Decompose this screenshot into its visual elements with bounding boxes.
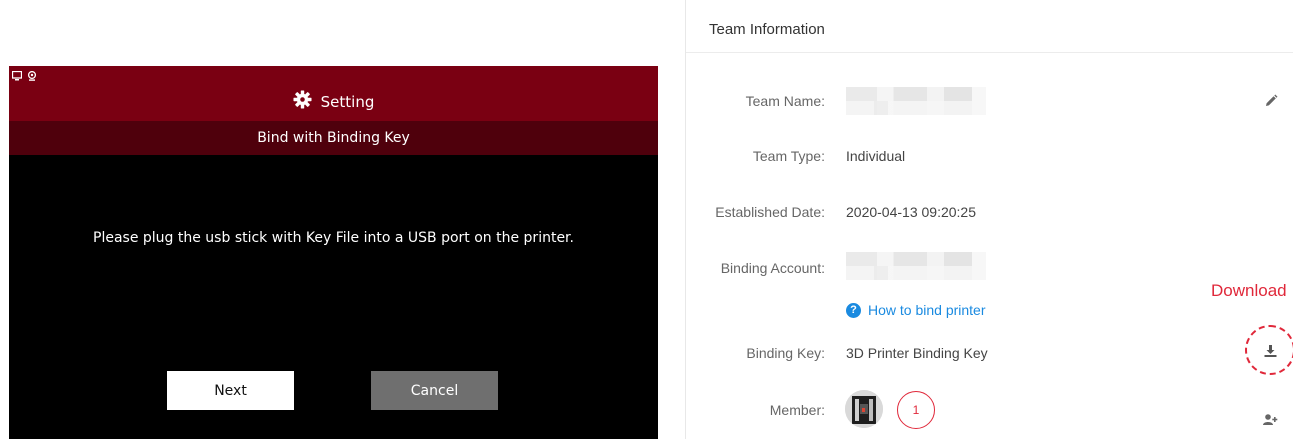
- team-name-label: Team Name:: [745, 93, 825, 109]
- printer-message: Please plug the usb stick with Key File …: [93, 230, 574, 246]
- team-type-value: Individual: [846, 148, 906, 164]
- pencil-icon[interactable]: [1264, 94, 1278, 113]
- printer-subtitle-bar: Bind with Binding Key: [9, 121, 658, 155]
- printer-header-title: Setting: [320, 92, 375, 111]
- printer-screen: Setting Bind with Binding Key Please plu…: [9, 66, 658, 439]
- monitor-icon: [11, 68, 23, 81]
- member-count-badge[interactable]: 1: [897, 391, 935, 429]
- download-annotation: Download: [1211, 281, 1287, 300]
- binding-account-label: Binding Account:: [720, 260, 825, 276]
- binding-key-label: Binding Key:: [746, 345, 825, 361]
- panel-title-divider: [686, 52, 1293, 53]
- add-member-icon[interactable]: [1263, 412, 1278, 430]
- team-name-value: [846, 87, 986, 115]
- webcam-icon: [27, 68, 37, 81]
- team-type-label: Team Type:: [752, 148, 825, 164]
- established-date-value: 2020-04-13 09:20:25: [846, 204, 976, 220]
- next-button[interactable]: Next: [167, 371, 294, 410]
- download-icon[interactable]: [1264, 344, 1277, 362]
- panel-divider: [685, 0, 686, 439]
- member-label: Member:: [769, 402, 825, 418]
- established-date-label: Established Date:: [715, 204, 825, 220]
- member-avatar[interactable]: [845, 390, 883, 428]
- help-icon: ?: [846, 302, 861, 318]
- printer-header: Setting: [9, 66, 658, 121]
- printer-subtitle: Bind with Binding Key: [257, 130, 410, 146]
- panel-title: Team Information: [709, 21, 825, 38]
- binding-key-value: 3D Printer Binding Key: [846, 345, 988, 361]
- gear-icon: [293, 90, 312, 113]
- how-to-bind-link[interactable]: ? How to bind printer: [846, 302, 986, 318]
- how-to-bind-text[interactable]: How to bind printer: [868, 302, 986, 318]
- cancel-button[interactable]: Cancel: [371, 371, 498, 410]
- binding-account-value: [846, 252, 986, 280]
